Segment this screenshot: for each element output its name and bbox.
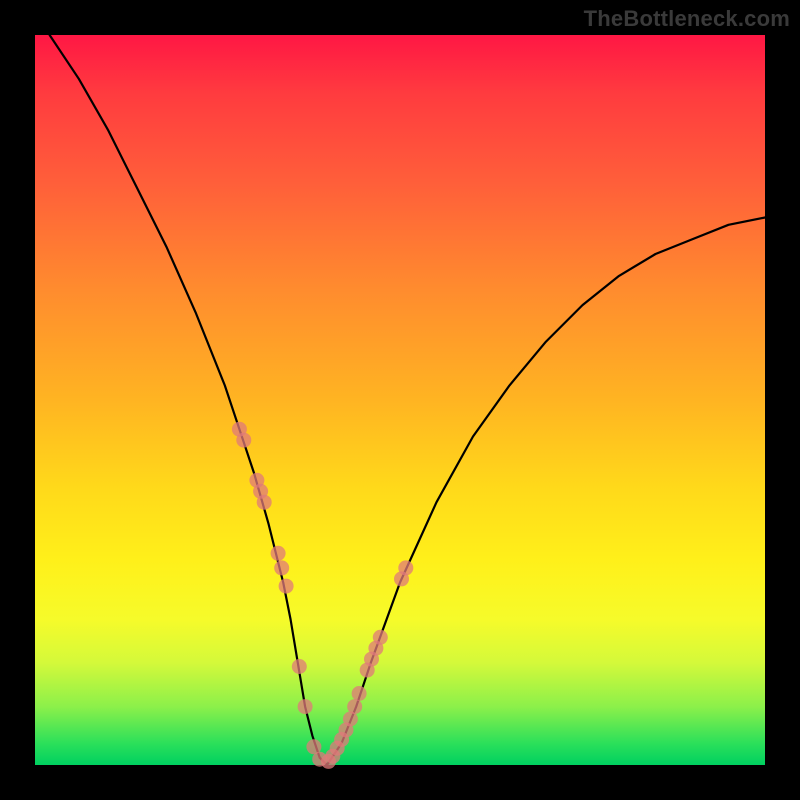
marker-dot xyxy=(347,699,362,714)
marker-dot xyxy=(257,495,272,510)
highlighted-points xyxy=(232,422,413,769)
curve-svg xyxy=(35,35,765,765)
bottleneck-curve xyxy=(50,35,765,765)
marker-dot xyxy=(271,546,286,561)
marker-dot xyxy=(236,433,251,448)
marker-dot xyxy=(292,659,307,674)
marker-dot xyxy=(398,560,413,575)
chart-frame: TheBottleneck.com xyxy=(0,0,800,800)
marker-dot xyxy=(274,560,289,575)
plot-area xyxy=(35,35,765,765)
marker-dot xyxy=(373,630,388,645)
watermark-text: TheBottleneck.com xyxy=(584,6,790,32)
marker-dot xyxy=(298,699,313,714)
marker-dot xyxy=(279,579,294,594)
marker-dot xyxy=(352,686,367,701)
